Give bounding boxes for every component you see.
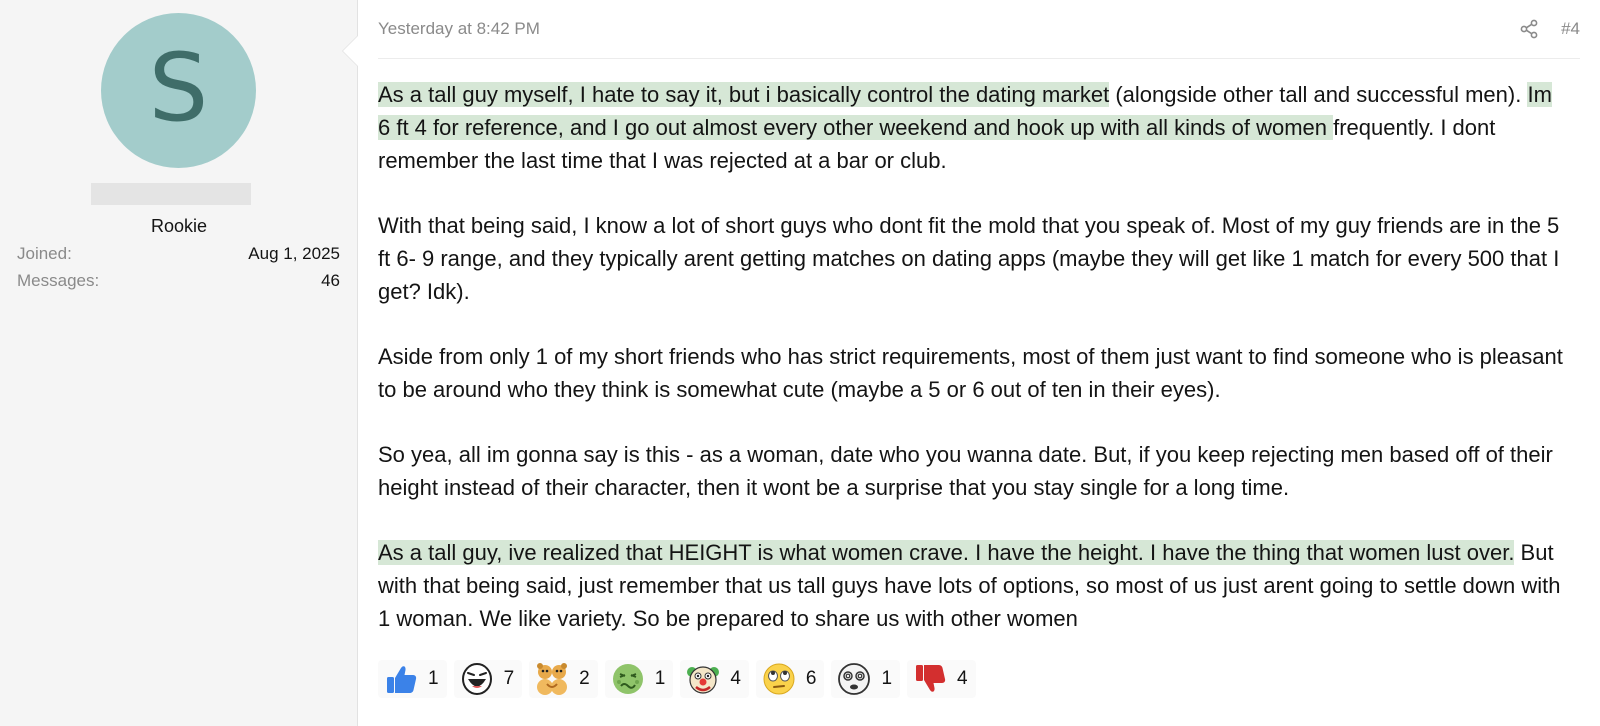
eye-roll-face-icon <box>763 663 795 695</box>
post-main: Yesterday at 8:42 PM #4 As a tall guy my… <box>358 0 1600 726</box>
nauseated-face-icon <box>612 664 643 694</box>
reactions-bar: 1 7 2 1 4 6 1 4 <box>378 660 976 698</box>
reaction-thumbs-up[interactable]: 1 <box>378 660 447 698</box>
reaction-laugh[interactable]: 7 <box>453 660 523 698</box>
reaction-count: 1 <box>881 668 893 689</box>
thumbs-down-icon <box>916 665 946 692</box>
post-paragraph-5: As a tall guy, ive realized that HEIGHT … <box>378 536 1570 635</box>
post-body: As a tall guy myself, I hate to say it, … <box>378 78 1570 667</box>
speech-arrow-inner <box>343 36 358 66</box>
post-paragraph-1: As a tall guy myself, I hate to say it, … <box>378 78 1570 177</box>
reaction-hug[interactable]: 2 <box>529 660 598 698</box>
reaction-count: 1 <box>654 668 666 689</box>
messages-row: Messages: 46 <box>17 271 340 291</box>
messages-value: 46 <box>321 271 340 290</box>
user-sidebar: S Rookie Joined: Aug 1, 2025 Messages: 4… <box>0 0 358 726</box>
post-paragraph-2: With that being said, I know a lot of sh… <box>378 213 1560 304</box>
header-divider <box>378 58 1580 59</box>
thumbs-up-icon <box>387 666 417 693</box>
highlighted-text: As a tall guy, ive realized that HEIGHT … <box>378 540 1515 565</box>
reaction-count: 7 <box>503 668 515 689</box>
joined-label: Joined: <box>17 244 72 263</box>
post-header-tools: #4 <box>1519 19 1580 39</box>
joined-value: Aug 1, 2025 <box>248 244 340 263</box>
reaction-clown[interactable]: 4 <box>680 660 749 698</box>
reaction-count: 6 <box>805 668 817 689</box>
avatar-letter: S <box>148 33 209 143</box>
post-paragraph-4: So yea, all im gonna say is this - as a … <box>378 442 1553 500</box>
reaction-count: 1 <box>428 668 439 689</box>
dizzy-face-icon <box>838 663 871 695</box>
reaction-thumbs-down[interactable]: 4 <box>907 660 976 698</box>
user-title: Rookie <box>150 216 208 236</box>
reaction-count: 4 <box>730 668 741 689</box>
reaction-eyeroll[interactable]: 6 <box>755 660 825 698</box>
post-date[interactable]: Yesterday at 8:42 PM <box>378 19 540 39</box>
laughing-face-icon <box>461 663 492 695</box>
clown-face-icon <box>687 666 720 694</box>
reaction-sick[interactable]: 1 <box>604 660 674 698</box>
post-number[interactable]: #4 <box>1561 19 1580 39</box>
messages-label: Messages: <box>17 271 100 290</box>
joined-row: Joined: Aug 1, 2025 <box>17 244 340 264</box>
reaction-count: 4 <box>957 668 968 689</box>
body-text-span: (alongside other tall and successful men… <box>1109 82 1528 107</box>
avatar[interactable]: S <box>101 13 256 168</box>
username-redacted <box>91 183 251 205</box>
share-icon[interactable] <box>1519 19 1539 39</box>
reaction-count: 2 <box>579 668 590 689</box>
post-header: Yesterday at 8:42 PM #4 <box>378 14 1580 44</box>
reaction-dizzy[interactable]: 1 <box>831 660 901 698</box>
highlighted-text: As a tall guy myself, I hate to say it, … <box>378 82 1110 107</box>
post-paragraph-3: Aside from only 1 of my short friends wh… <box>378 344 1563 402</box>
hugging-bears-icon <box>537 663 568 695</box>
forum-post: S Rookie Joined: Aug 1, 2025 Messages: 4… <box>0 0 1600 726</box>
